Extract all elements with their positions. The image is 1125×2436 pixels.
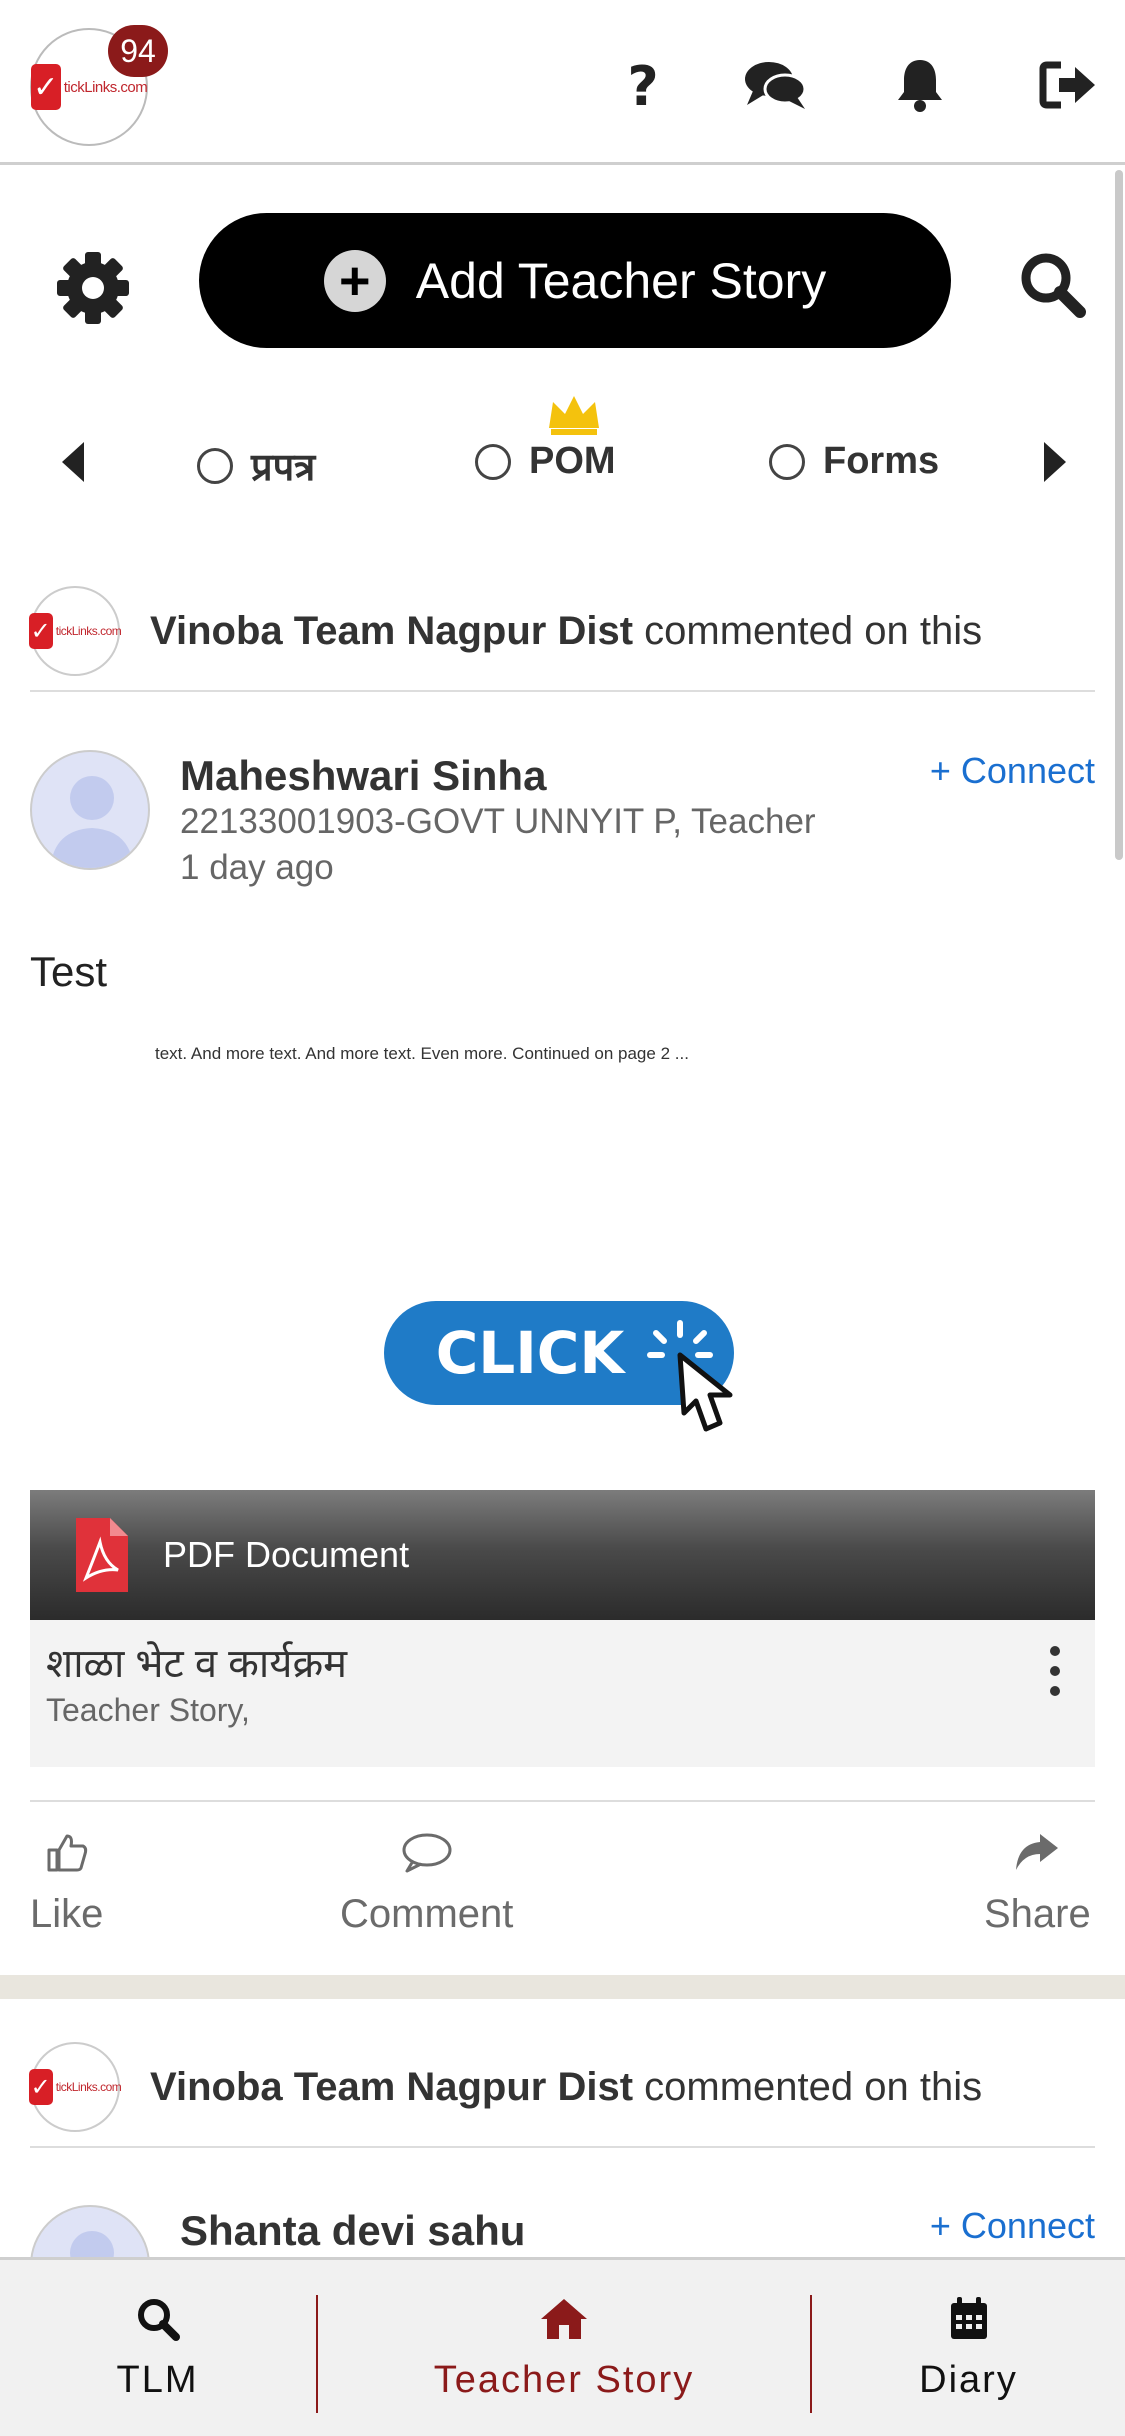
nav-label: Teacher Story [433, 2359, 695, 2401]
filter-option-pom[interactable]: POM [475, 440, 616, 483]
filter-option-prapatra[interactable]: प्रपत्र [197, 440, 315, 492]
author-name[interactable]: Maheshwari Sinha [180, 752, 546, 800]
post-time: 1 day ago [180, 848, 334, 887]
activity-header: ✓ tickLinks.com Vinoba Team Nagpur Dist … [28, 2028, 1095, 2148]
check-icon: ✓ [28, 613, 53, 649]
nav-teacher-story[interactable]: Teacher Story [318, 2260, 810, 2436]
activity-header: ✓ tickLinks.com Vinoba Team Nagpur Dist … [28, 572, 1095, 692]
home-icon [541, 2299, 587, 2339]
like-button[interactable]: Like [30, 1830, 103, 1937]
filter-next-button[interactable] [1040, 438, 1070, 486]
document-category: Teacher Story, [46, 1692, 250, 1728]
connect-button[interactable]: + Connect [930, 750, 1095, 792]
author-meta: 22133001903-GOVT UNNYIT P, Teacher [180, 802, 816, 841]
section-separator [0, 1975, 1125, 1999]
caret-left-icon [62, 442, 84, 482]
post-author: Maheshwari Sinha 22133001903-GOVT UNNYIT… [30, 750, 1095, 900]
comment-button[interactable]: Comment [340, 1830, 513, 1937]
activity-verb: commented on this [633, 2064, 983, 2109]
comment-icon [402, 1833, 452, 1873]
share-label: Share [984, 1892, 1091, 1936]
scrollbar[interactable] [1115, 170, 1123, 860]
document-title: शाळा भेट व कार्यक्रम [46, 1642, 348, 1686]
like-label: Like [30, 1892, 104, 1936]
notification-count-badge: 94 [108, 25, 168, 77]
divider [30, 1800, 1095, 1802]
app-header: ✓ tickLinks.com 94 ? [0, 0, 1125, 165]
nav-label: Diary [919, 2359, 1018, 2401]
settings-button[interactable] [55, 250, 131, 326]
activity-text: Vinoba Team Nagpur Dist commented on thi… [150, 609, 982, 654]
search-icon [137, 2299, 180, 2341]
plus-icon: + [323, 249, 386, 312]
activity-actor[interactable]: Vinoba Team Nagpur Dist [150, 2065, 633, 2109]
actor-avatar[interactable]: ✓ tickLinks.com [28, 586, 122, 676]
filter-label: प्रपत्र [251, 447, 316, 489]
filter-label: POM [529, 440, 616, 482]
nav-label: TLM [116, 2359, 199, 2401]
logo-mark: ✓ tickLinks.com [28, 2069, 122, 2105]
add-teacher-story-label: Add Teacher Story [415, 252, 827, 309]
chat-icon[interactable] [742, 55, 808, 115]
avatar[interactable] [30, 750, 150, 870]
filter-option-forms[interactable]: Forms [769, 440, 939, 483]
logo-mark: ✓ tickLinks.com [28, 613, 122, 649]
search-icon [1021, 253, 1086, 318]
nav-diary[interactable]: Diary [812, 2260, 1125, 2436]
check-icon: ✓ [30, 64, 61, 110]
click-label: CLICK [436, 1319, 627, 1387]
user-silhouette-icon [50, 776, 134, 868]
activity-text: Vinoba Team Nagpur Dist commented on thi… [150, 2065, 982, 2110]
activity-actor[interactable]: Vinoba Team Nagpur Dist [150, 609, 633, 653]
radio-button[interactable] [475, 443, 511, 480]
nav-tlm[interactable]: TLM [0, 2260, 315, 2436]
post-text: Test [30, 948, 108, 995]
logout-icon[interactable] [1038, 55, 1098, 115]
attachment-preview[interactable]: text. And more text. And more text. Even… [30, 1030, 1095, 1490]
add-teacher-story-button[interactable]: + Add Teacher Story [199, 213, 951, 348]
more-options-icon[interactable] [1045, 1646, 1065, 1696]
filter-label: Forms [823, 440, 940, 482]
thumbs-up-icon [47, 1834, 87, 1872]
svg-text:?: ? [627, 57, 658, 113]
share-icon [1016, 1834, 1059, 1870]
caret-right-icon [1044, 442, 1066, 482]
radio-button[interactable] [769, 443, 805, 480]
crown-icon [549, 396, 599, 435]
help-icon[interactable]: ? [618, 55, 668, 115]
logo-text: tickLinks.com [55, 624, 122, 638]
radio-button[interactable] [197, 448, 233, 484]
author-name[interactable]: Shanta devi sahu [180, 2207, 525, 2255]
comment-label: Comment [340, 1892, 514, 1936]
check-icon: ✓ [28, 2069, 53, 2105]
attachment-type-bar[interactable]: PDF Document [30, 1490, 1095, 1620]
gear-icon [57, 252, 129, 324]
actor-avatar[interactable]: ✓ tickLinks.com [28, 2042, 122, 2132]
logo-text: tickLinks.com [63, 78, 148, 96]
bell-icon[interactable] [892, 55, 948, 115]
calendar-icon [950, 2297, 987, 2339]
document-info[interactable]: शाळा भेट व कार्यक्रम Teacher Story, [30, 1620, 1095, 1767]
pdf-file-icon [76, 1518, 128, 1592]
preview-snippet: text. And more text. And more text. Even… [155, 1044, 689, 1063]
connect-button[interactable]: + Connect [930, 2205, 1095, 2247]
attachment-type-label: PDF Document [163, 1534, 410, 1575]
filter-prev-button[interactable] [58, 438, 88, 486]
bottom-navigation: TLM Teacher Story Diary [0, 2257, 1125, 2436]
click-button-graphic: CLICK [384, 1301, 734, 1432]
activity-verb: commented on this [633, 608, 983, 653]
search-button[interactable] [1018, 250, 1088, 320]
logo-text: tickLinks.com [55, 2080, 122, 2094]
share-button[interactable]: Share [984, 1830, 1091, 1937]
